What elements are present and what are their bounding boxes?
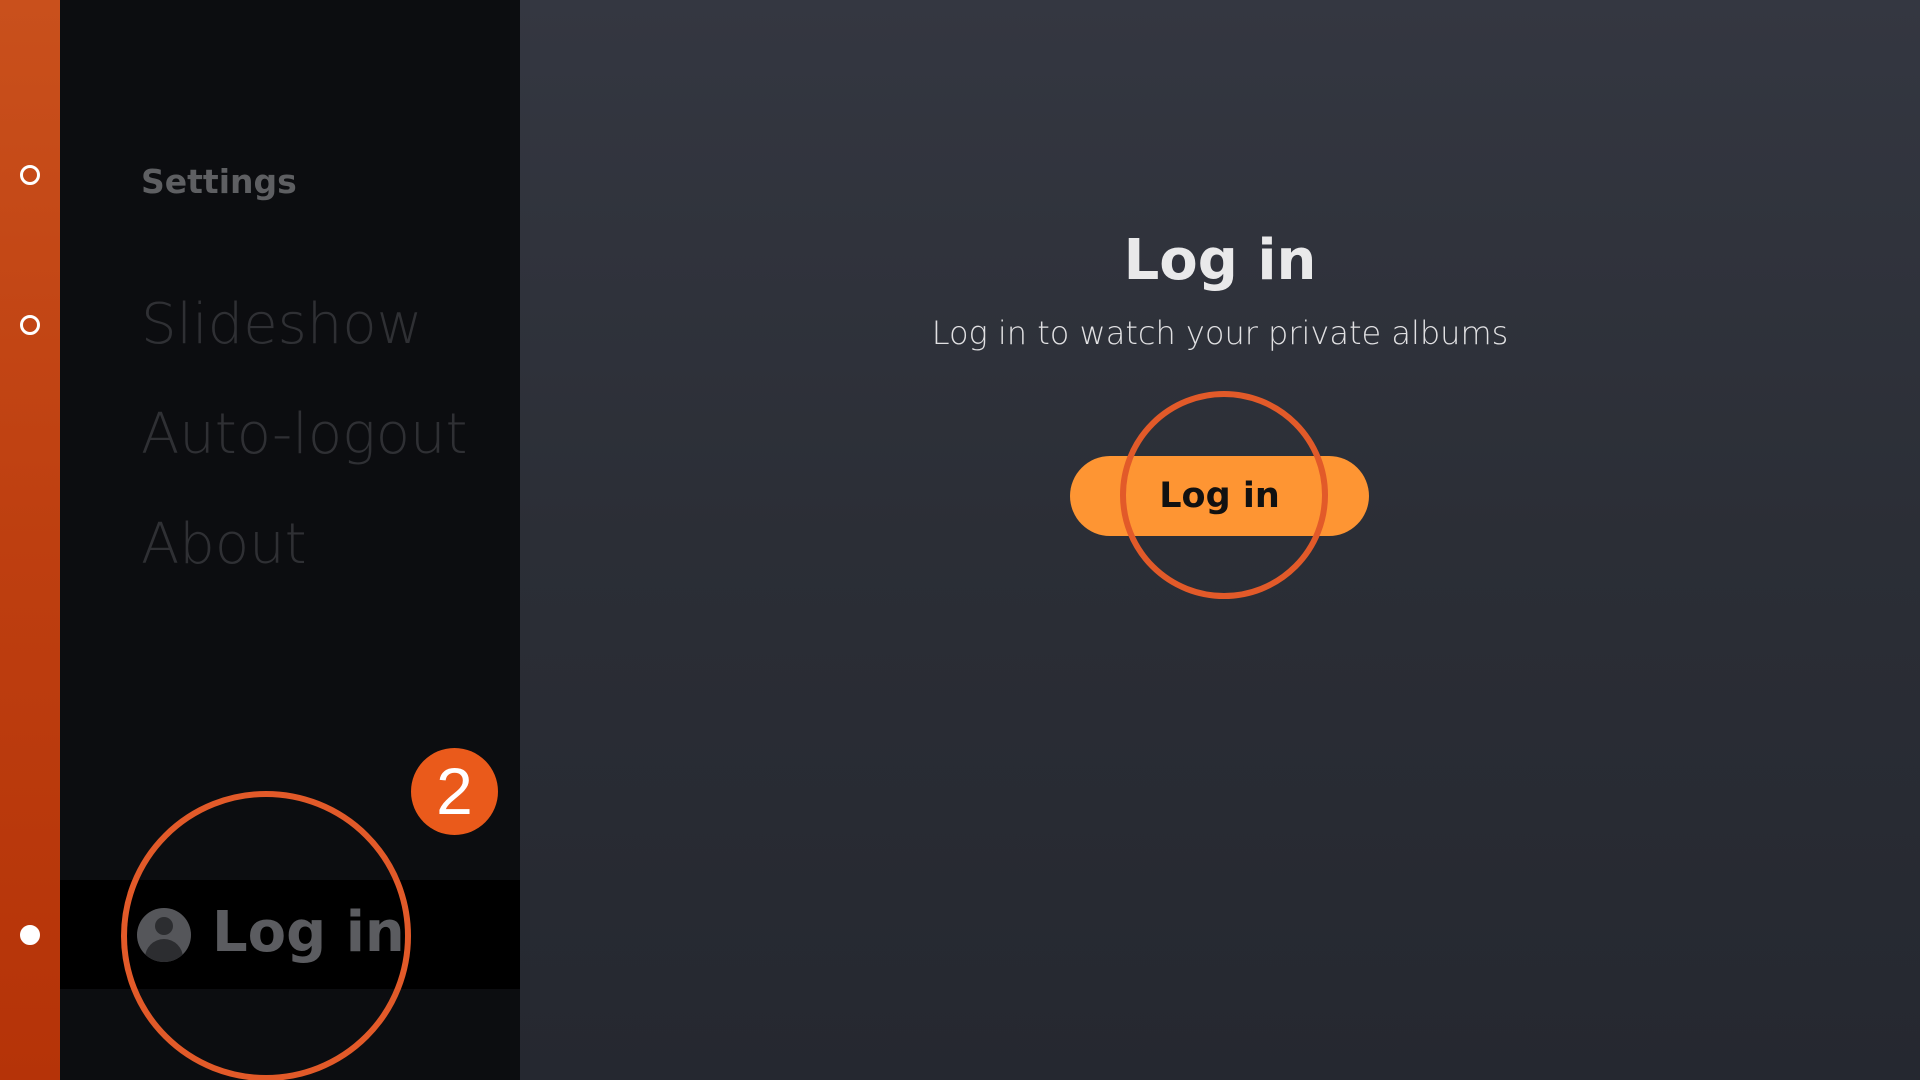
sidebar-login-label: Log in	[212, 900, 405, 965]
page-subtitle: Log in to watch your private albums	[931, 314, 1509, 352]
sidebar-title: Settings	[141, 162, 297, 201]
main-panel: Log in Log in to watch your private albu…	[520, 0, 1920, 1080]
left-rail	[0, 0, 60, 1080]
sidebar-item-auto-logout[interactable]: Auto-logout	[141, 402, 467, 467]
login-button[interactable]: Log in	[1070, 456, 1369, 536]
sidebar-item-about[interactable]: About	[141, 512, 307, 577]
sidebar-item-login[interactable]: Log in	[60, 880, 520, 989]
sidebar-item-slideshow[interactable]: Slideshow	[141, 292, 422, 357]
app-screen: Settings Slideshow Auto-logout About Log…	[0, 0, 1920, 1080]
rail-dot-3-active[interactable]	[20, 925, 40, 945]
step-number-badge: 2	[411, 748, 498, 835]
user-avatar-icon	[137, 908, 191, 962]
page-title: Log in	[1123, 228, 1317, 293]
rail-dot-2[interactable]	[20, 315, 40, 335]
rail-dot-1[interactable]	[20, 165, 40, 185]
settings-sidebar: Settings Slideshow Auto-logout About Log…	[60, 0, 520, 1080]
